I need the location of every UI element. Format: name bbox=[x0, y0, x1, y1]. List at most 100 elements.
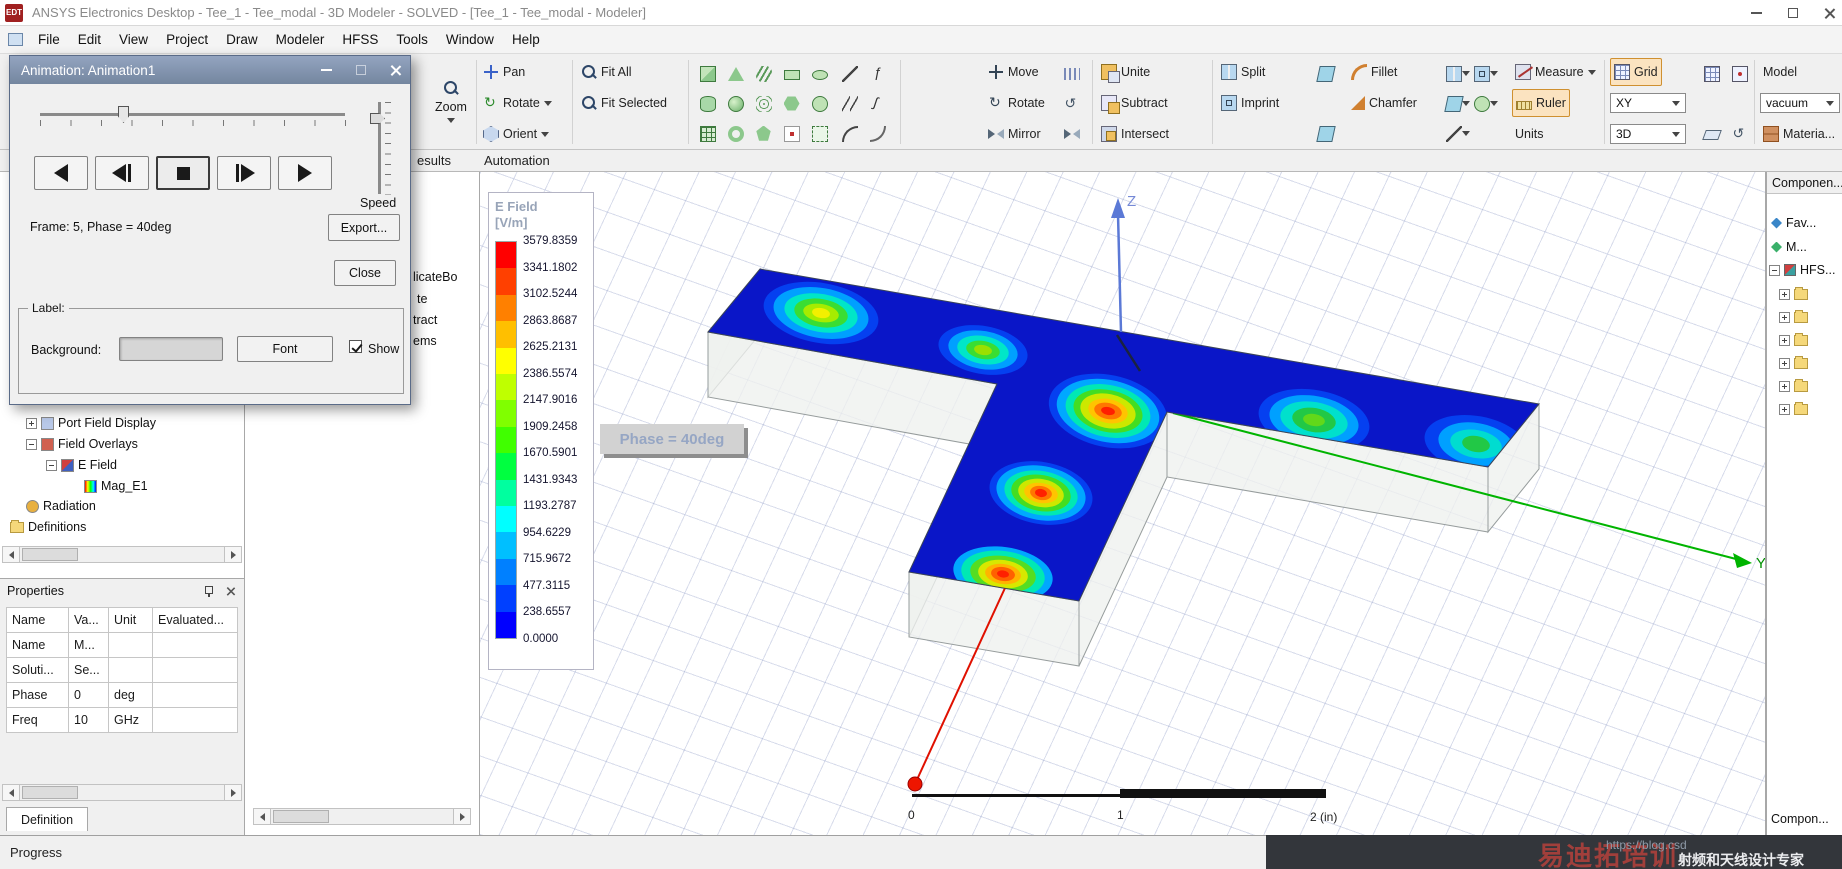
stop-button[interactable] bbox=[156, 156, 210, 190]
scroll-left-icon[interactable] bbox=[254, 809, 271, 824]
draw-udp-button[interactable] bbox=[750, 119, 777, 148]
extend-button[interactable] bbox=[1444, 119, 1471, 148]
draw-sphere-button[interactable] bbox=[722, 89, 749, 118]
tree-item-models[interactable]: M... bbox=[1771, 238, 1807, 256]
dialog-maximize-icon[interactable] bbox=[356, 65, 366, 75]
fit-selected-button[interactable]: Fit Selected bbox=[578, 89, 670, 117]
step-forward-button[interactable] bbox=[217, 156, 271, 190]
font-button[interactable]: Font bbox=[237, 336, 333, 362]
dialog-close-icon[interactable] bbox=[390, 64, 402, 76]
section-button[interactable] bbox=[1312, 59, 1339, 88]
sweep-button[interactable] bbox=[864, 119, 891, 148]
collapse-icon[interactable] bbox=[1769, 264, 1780, 276]
col-header[interactable]: Name bbox=[6, 607, 69, 633]
scroll-right-icon[interactable] bbox=[224, 547, 241, 562]
draw-spline-button[interactable] bbox=[864, 89, 891, 118]
tree-item-folder[interactable] bbox=[1779, 377, 1808, 395]
tree-item-folder[interactable] bbox=[1779, 331, 1808, 349]
tree-item-field-overlays[interactable]: Field Overlays bbox=[26, 435, 138, 453]
draw-cylinder-button[interactable] bbox=[694, 89, 721, 118]
draw-circle-button[interactable] bbox=[806, 89, 833, 118]
scroll-right-icon[interactable] bbox=[453, 809, 470, 824]
material-select[interactable]: vacuum bbox=[1760, 93, 1840, 113]
history-hscrollbar[interactable] bbox=[253, 808, 471, 825]
tree-item-folder[interactable] bbox=[1779, 308, 1808, 326]
working-plane-button[interactable] bbox=[1698, 119, 1725, 148]
move-button[interactable]: Move bbox=[985, 58, 1042, 86]
draw-arc-button[interactable] bbox=[836, 119, 863, 148]
tree-item-folder[interactable] bbox=[1779, 285, 1808, 303]
connect-button[interactable] bbox=[1312, 119, 1339, 148]
history-item-fragment[interactable]: tract bbox=[413, 311, 437, 329]
components-header[interactable]: Componen... bbox=[1767, 172, 1842, 194]
frame-slider-track[interactable] bbox=[40, 113, 345, 116]
tab-automation[interactable]: Automation bbox=[484, 153, 550, 168]
col-header[interactable]: Va... bbox=[68, 607, 109, 633]
duplicate-mirror-button[interactable] bbox=[1058, 119, 1085, 148]
collapse-icon[interactable] bbox=[46, 459, 57, 471]
tree-item-folder[interactable] bbox=[1779, 400, 1808, 418]
rotate-view-button[interactable]: Rotate bbox=[480, 89, 555, 117]
tree-item-favorites[interactable]: Fav... bbox=[1771, 214, 1816, 232]
title-bar[interactable]: EDT ANSYS Electronics Desktop - Tee_1 - … bbox=[0, 0, 1842, 26]
close-button[interactable]: Close bbox=[334, 260, 396, 286]
snap-vertex-button[interactable] bbox=[1726, 59, 1753, 88]
minimize-icon[interactable] bbox=[1751, 12, 1762, 14]
split-button[interactable]: Split bbox=[1218, 58, 1268, 86]
col-header[interactable]: Evaluated... bbox=[152, 607, 238, 633]
orient-button[interactable]: Orient bbox=[480, 120, 552, 148]
scroll-right-icon[interactable] bbox=[224, 785, 241, 800]
draw-region-button[interactable] bbox=[806, 119, 833, 148]
history-item-fragment[interactable]: ems bbox=[413, 332, 437, 350]
detach-button[interactable] bbox=[1443, 89, 1471, 118]
tree-item-folder[interactable] bbox=[1779, 354, 1808, 372]
draw-ellipse-button[interactable] bbox=[806, 59, 833, 88]
menu-hfss[interactable]: HFSS bbox=[333, 26, 387, 53]
show-checkbox[interactable] bbox=[349, 340, 362, 353]
duplicate-along-line-button[interactable] bbox=[1058, 59, 1085, 88]
pan-button[interactable]: Pan bbox=[480, 58, 528, 86]
tab-components-bottom[interactable]: Compon... bbox=[1771, 810, 1829, 828]
mirror-button[interactable]: Mirror bbox=[985, 120, 1044, 148]
draw-line-button[interactable] bbox=[836, 59, 863, 88]
menu-draw[interactable]: Draw bbox=[217, 26, 267, 53]
menu-modeler[interactable]: Modeler bbox=[267, 26, 334, 53]
tree-item-port-field-display[interactable]: Port Field Display bbox=[26, 414, 156, 432]
grid-button[interactable]: Grid bbox=[1610, 58, 1662, 86]
wrap-button[interactable] bbox=[1472, 59, 1499, 88]
units-button[interactable]: Units bbox=[1512, 120, 1546, 148]
plane-select[interactable]: XY bbox=[1610, 93, 1686, 113]
draw-cone-button[interactable] bbox=[722, 59, 749, 88]
scroll-left-icon[interactable] bbox=[3, 547, 20, 562]
menu-view[interactable]: View bbox=[110, 26, 157, 53]
menu-edit[interactable]: Edit bbox=[69, 26, 110, 53]
scrollbar-thumb[interactable] bbox=[22, 548, 78, 561]
draw-torus-button[interactable] bbox=[722, 119, 749, 148]
imprint-button[interactable]: Imprint bbox=[1218, 89, 1282, 117]
zoom-button[interactable]: Zoom bbox=[428, 60, 474, 142]
duplicate-around-axis-button[interactable] bbox=[1058, 89, 1085, 118]
subtract-button[interactable]: Subtract bbox=[1098, 89, 1171, 117]
draw-box-button[interactable] bbox=[694, 59, 721, 88]
draw-helix-button[interactable] bbox=[750, 59, 777, 88]
draw-polygon-button[interactable] bbox=[778, 89, 805, 118]
close-icon[interactable] bbox=[1824, 7, 1836, 19]
scroll-left-icon[interactable] bbox=[3, 785, 20, 800]
rotate-op-button[interactable]: Rotate bbox=[985, 89, 1048, 117]
draw-spiral-button[interactable] bbox=[750, 89, 777, 118]
project-tree-hscrollbar[interactable] bbox=[2, 546, 242, 563]
step-back-button[interactable] bbox=[95, 156, 149, 190]
export-button[interactable]: Export... bbox=[328, 214, 400, 241]
tree-item-definitions[interactable]: Definitions bbox=[10, 518, 86, 536]
thicken-button[interactable] bbox=[1444, 59, 1471, 88]
chamfer-button[interactable]: Chamfer bbox=[1348, 89, 1420, 117]
scrollbar-thumb[interactable] bbox=[273, 810, 329, 823]
speed-slider-thumb[interactable] bbox=[370, 113, 385, 124]
col-header[interactable]: Unit bbox=[108, 607, 153, 633]
history-item-fragment[interactable]: te bbox=[417, 290, 427, 308]
intersect-button[interactable]: Intersect bbox=[1098, 120, 1172, 148]
tree-item-mag-e1[interactable]: Mag_E1 bbox=[84, 477, 148, 495]
tree-item-radiation[interactable]: Radiation bbox=[26, 497, 96, 515]
unite-button[interactable]: Unite bbox=[1098, 58, 1153, 86]
mode-select[interactable]: 3D bbox=[1610, 124, 1686, 144]
